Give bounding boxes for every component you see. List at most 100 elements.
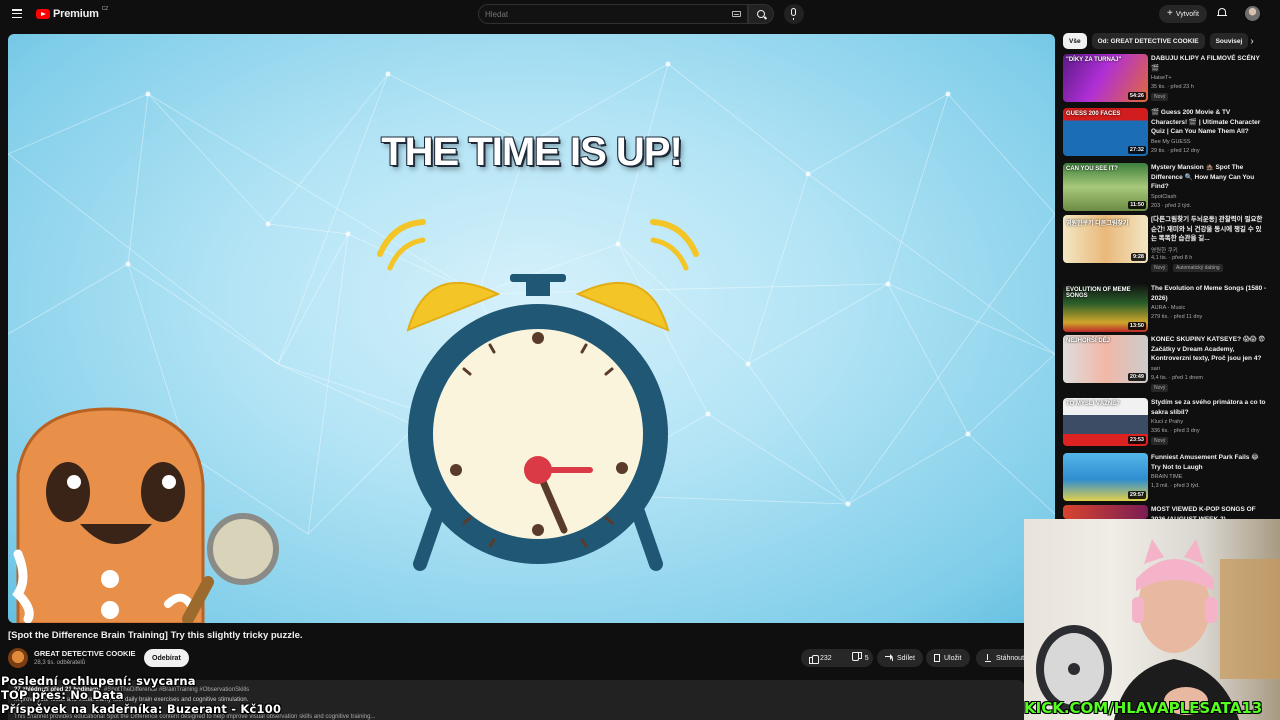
save-button[interactable]: Uložit: [926, 649, 970, 667]
download-icon: [984, 654, 992, 662]
keyboard-icon[interactable]: [732, 11, 741, 17]
new-badge: Nový: [1151, 93, 1169, 101]
video-title: [Spot the Difference Brain Training] Try…: [8, 630, 303, 641]
plus-icon: +: [1167, 8, 1173, 19]
recommendation-item[interactable]: EVOLUTION OF MEME SONGS 13:50 The Evolutio…: [1063, 284, 1273, 332]
thumbnail-text: 영원한쿠키 다른그림찾기: [1066, 221, 1129, 227]
search-button[interactable]: [748, 4, 774, 24]
thumbnail-text: GUESS 200 FACES: [1066, 111, 1121, 117]
video-thumbnail[interactable]: EVOLUTION OF MEME SONGS 13:50: [1063, 284, 1148, 332]
recommendation-title[interactable]: Stydím se za svého primátora a co to sak…: [1151, 398, 1267, 417]
new-badge: Nový: [1151, 437, 1169, 445]
thumbnail-text: EVOLUTION OF MEME SONGS: [1066, 287, 1131, 299]
download-label: Stáhnout: [996, 654, 1025, 662]
channel-avatar[interactable]: [8, 648, 28, 668]
recommendation-stats: 203 · před 2 týd.: [1151, 202, 1192, 209]
duration-badge: 27:32: [1127, 146, 1146, 154]
recommendation-title[interactable]: Mystery Mansion 🏚️ Spot The Difference 🔍…: [1151, 163, 1267, 192]
search-input[interactable]: [485, 8, 715, 21]
recommendation-item[interactable]: 영원한쿠키 다른그림찾기 9:28 [다른그림찾기 두뇌운동] 관찰력이 필요한 순…: [1063, 215, 1273, 272]
thumbnail-text: TO MYSLÍ VÁŽNĚ?: [1066, 401, 1120, 407]
video-thumbnail[interactable]: 29:57: [1063, 453, 1148, 501]
auto-dub-badge: Automatický dabing: [1173, 263, 1223, 272]
share-label: Sdílet: [897, 654, 915, 662]
recommendation-channel[interactable]: Bee My GUESS: [1151, 139, 1190, 145]
video-thumbnail[interactable]: CAN YOU SEE IT? 11:50: [1063, 163, 1148, 211]
recommendation-title[interactable]: 🎬 Guess 200 Movie & TV Characters! 🎬 | U…: [1151, 108, 1267, 137]
thumbs-down-icon: [854, 654, 862, 662]
chevron-right-icon[interactable]: ›: [1246, 36, 1258, 48]
youtube-play-icon: [36, 9, 50, 19]
recommendation-item[interactable]: GUESS 200 FACES 27:32 🎬 Guess 200 Movie & …: [1063, 108, 1273, 156]
share-icon: [885, 654, 893, 662]
recommendation-title[interactable]: The Evolution of Meme Songs (1580 - 2026…: [1151, 284, 1267, 303]
recommendation-stats: 279 tis. · před 11 dny: [1151, 314, 1203, 320]
recommendation-channel[interactable]: 영원한 쿠키: [1151, 246, 1178, 254]
recommendation-stats: 35 tis. · před 23 h: [1151, 84, 1194, 90]
create-label: Vytvořit: [1175, 10, 1199, 18]
thumbs-up-icon: [809, 654, 819, 664]
duration-badge: 13:50: [1127, 322, 1146, 330]
account-avatar[interactable]: [1245, 6, 1260, 21]
video-thumbnail[interactable]: NEJHORŠÍ DĚJ 20:49: [1063, 335, 1148, 383]
recommendation-channel[interactable]: HaiseT+: [1151, 75, 1172, 81]
recommendation-channel[interactable]: BRAIN TIME: [1151, 474, 1182, 480]
overlay-title: THE TIME IS UP!: [381, 130, 683, 174]
recommendation-stats: 4,1 tis. · před 8 h: [1151, 254, 1193, 261]
recommendation-item[interactable]: CAN YOU SEE IT? 11:50 Mystery Mansion 🏚️ S…: [1063, 163, 1273, 211]
new-badge: Nový: [1151, 263, 1169, 272]
recommendation-title[interactable]: [다른그림찾기 두뇌운동] 관찰력이 필요한 순간! 재미와 뇌 건강을 동시에…: [1151, 215, 1267, 244]
kick-channel-overlay: KICK.COM/HLAVAPLESATA13: [1024, 699, 1263, 717]
recommendation-channel[interactable]: AURA - Music: [1151, 305, 1185, 311]
menu-icon[interactable]: [12, 9, 22, 19]
recommendation-title[interactable]: Funniest Amusement Park Fails 😂 Try Not …: [1151, 453, 1267, 472]
voice-search-button[interactable]: [784, 4, 804, 24]
recommendation-title[interactable]: KONEC SKUPINY KATSEYE? 😱😱 😨 Začátky v Dr…: [1151, 335, 1267, 364]
youtube-logo[interactable]: Premium CZ: [36, 6, 109, 20]
recommendation-stats: 336 tis. · před 3 dny: [1151, 428, 1200, 434]
cookie-mascot-icon: [12, 407, 279, 623]
recommendation-item[interactable]: "DÍKY ZA TURNAJ" 54:26 DABUJU KLIPY A FILM…: [1063, 54, 1273, 102]
notifications-bell-icon[interactable]: [1217, 7, 1227, 19]
video-player[interactable]: THE TIME IS UP!: [8, 34, 1055, 623]
save-label: Uložit: [944, 654, 962, 662]
recommendation-stats: 1,3 mil. · před 3 týd.: [1151, 483, 1200, 489]
logo-country: CZ: [101, 6, 109, 12]
chip-all[interactable]: Vše: [1063, 33, 1087, 49]
create-button[interactable]: + Vytvořit: [1159, 5, 1207, 23]
alarm-clock-icon: [377, 219, 699, 571]
video-thumbnail[interactable]: GUESS 200 FACES 27:32: [1063, 108, 1148, 156]
duration-badge: 54:26: [1127, 92, 1146, 100]
dislike-button[interactable]: 5: [846, 649, 875, 667]
share-button[interactable]: Sdílet: [877, 649, 923, 667]
recommendation-item[interactable]: TO MYSLÍ VÁŽNĚ? 23:53 Stydím se za svého p…: [1063, 398, 1273, 446]
new-badge: Nový: [1151, 383, 1169, 392]
channel-subscribers: 28,3 tis. odběratelů: [34, 660, 86, 666]
bookmark-icon: [934, 654, 940, 662]
filter-chips: Vše Od: GREAT DETECTIVE COOKIE Souvisej: [1063, 33, 1263, 50]
thumbnail-text: "DÍKY ZA TURNAJ": [1066, 57, 1122, 63]
chip-from-channel[interactable]: Od: GREAT DETECTIVE COOKIE: [1091, 33, 1205, 49]
thumbnail-text: CAN YOU SEE IT?: [1066, 166, 1118, 172]
webcam-person-image: [1036, 539, 1280, 720]
like-button[interactable]: 232: [801, 649, 838, 667]
channel-name[interactable]: GREAT DETECTIVE COOKIE: [34, 649, 136, 658]
subscribe-button[interactable]: Odebírat: [144, 649, 189, 667]
recommendation-channel[interactable]: Kluci z Prahy: [1151, 419, 1183, 425]
microphone-icon: [791, 8, 796, 20]
video-thumbnail[interactable]: 영원한쿠키 다른그림찾기 9:28: [1063, 215, 1148, 263]
dislike-count: 5: [864, 654, 869, 662]
video-thumbnail[interactable]: "DÍKY ZA TURNAJ" 54:26: [1063, 54, 1148, 102]
recommendation-item[interactable]: NEJHORŠÍ DĚJ 20:49 KONEC SKUPINY KATSEYE? …: [1063, 335, 1273, 392]
recommendation-item[interactable]: MOST VIEWED K-POP SONGS OF 2026 (AUGUST …: [1063, 505, 1273, 523]
recommendation-item[interactable]: 29:57 Funniest Amusement Park Fails 😂 Try…: [1063, 453, 1273, 501]
chip-related[interactable]: Souvisej: [1209, 33, 1249, 49]
duration-badge: 20:49: [1127, 373, 1146, 381]
recommendation-channel[interactable]: sari: [1151, 366, 1160, 372]
recommendation-title[interactable]: DABUJU KLIPY A FILMOVÉ SCÉNY 🎬: [1151, 54, 1267, 73]
video-thumbnail[interactable]: [1063, 505, 1148, 519]
stream-overlay-line-2: TOP přes: No Data: [1, 688, 124, 702]
duration-badge: 9:28: [1130, 253, 1146, 261]
recommendation-channel[interactable]: SpotClash: [1151, 194, 1176, 200]
video-thumbnail[interactable]: TO MYSLÍ VÁŽNĚ? 23:53: [1063, 398, 1148, 446]
